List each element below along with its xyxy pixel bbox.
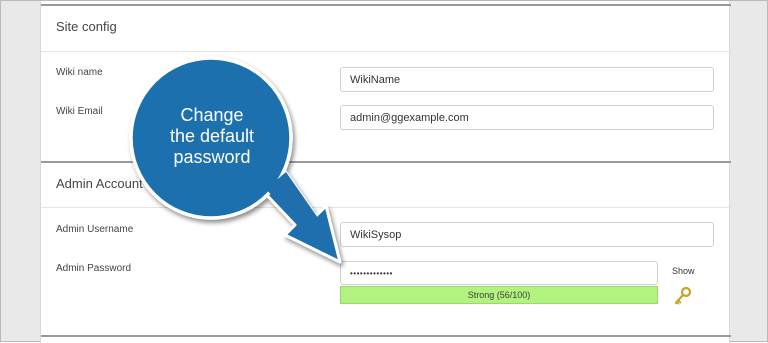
screenshot-frame: Site config Wiki name WikiName Wiki Emai… xyxy=(0,0,768,343)
admin-password-input[interactable]: ••••••••••••• xyxy=(340,261,658,285)
wiki-name-label: Wiki name xyxy=(56,67,103,78)
wiki-email-input[interactable]: admin@ggexample.com xyxy=(340,105,714,130)
callout-line: the default xyxy=(169,126,255,146)
admin-password-label: Admin Password xyxy=(56,263,132,274)
show-password-toggle[interactable]: Show xyxy=(672,266,695,276)
installer-form: Site config Wiki name WikiName Wiki Emai… xyxy=(40,1,731,343)
admin-password-value: ••••••••••••• xyxy=(350,268,393,278)
callout-line: Change xyxy=(180,105,244,125)
callout-line: password xyxy=(173,147,251,167)
divider xyxy=(41,207,731,208)
password-strength-meter: Strong (56/100) xyxy=(340,286,658,304)
wiki-email-value: admin@ggexample.com xyxy=(350,111,469,124)
divider xyxy=(41,51,731,52)
password-strength-label: Strong (56/100) xyxy=(467,290,531,300)
wiki-email-label: Wiki Email xyxy=(56,106,103,117)
admin-username-input[interactable]: WikiSysop xyxy=(340,222,714,247)
section-title-site-config: Site config xyxy=(56,19,117,34)
admin-username-label: Admin Username xyxy=(56,224,134,235)
admin-username-value: WikiSysop xyxy=(350,228,402,241)
divider xyxy=(41,335,731,337)
wiki-name-input[interactable]: WikiName xyxy=(340,67,714,92)
section-title-admin-account: Admin Account xyxy=(56,176,143,191)
key-icon[interactable] xyxy=(673,286,693,306)
divider xyxy=(41,4,731,6)
callout-text: Change the default password xyxy=(137,105,287,168)
wiki-name-value: WikiName xyxy=(350,73,401,86)
